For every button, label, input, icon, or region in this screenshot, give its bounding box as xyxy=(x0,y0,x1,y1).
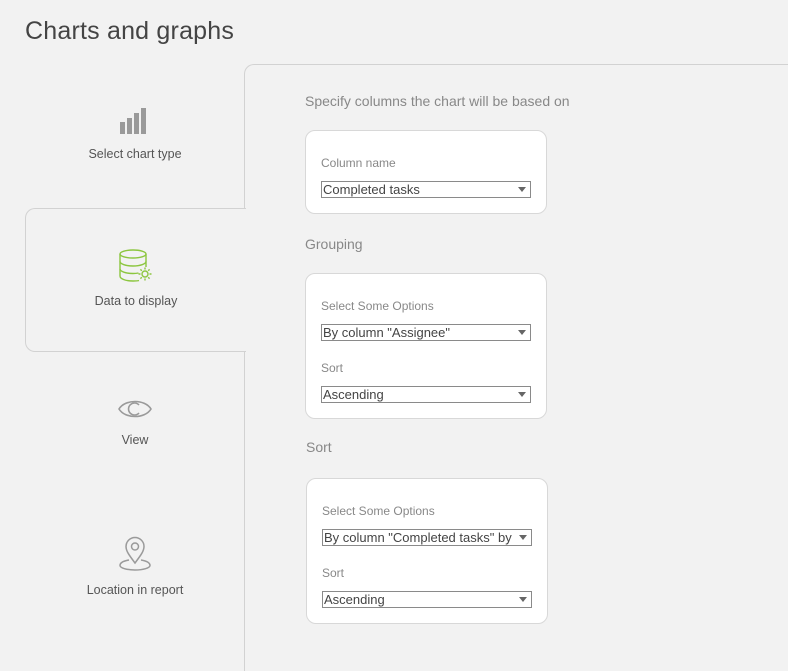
chevron-down-icon xyxy=(519,535,527,540)
column-name-select[interactable]: Completed tasks xyxy=(321,181,531,198)
chevron-down-icon xyxy=(518,392,526,397)
grouping-sort-select[interactable]: Ascending xyxy=(321,386,531,403)
sort-card: Select Some Options By column "Completed… xyxy=(306,478,548,624)
grouping-options-label: Select Some Options xyxy=(321,299,434,313)
chevron-down-icon xyxy=(518,330,526,335)
step-view[interactable]: View xyxy=(25,396,245,447)
select-value: Ascending xyxy=(323,387,384,402)
sort-sort-label: Sort xyxy=(322,566,345,580)
step-location-in-report[interactable]: Location in report xyxy=(25,536,245,597)
sort-options-select[interactable]: By column "Completed tasks" by xyxy=(322,529,532,546)
column-name-label: Column name xyxy=(321,156,396,170)
step-data-to-display[interactable]: Data to display xyxy=(25,208,246,352)
step-label: Select chart type xyxy=(88,147,182,161)
page: Charts and graphs Select chart type Data… xyxy=(0,0,788,671)
columns-section-title: Specify columns the chart will be based … xyxy=(305,93,570,109)
chevron-down-icon xyxy=(518,187,526,192)
select-value: Ascending xyxy=(324,592,385,607)
page-title: Charts and graphs xyxy=(25,17,235,45)
step-select-chart-type[interactable]: Select chart type xyxy=(25,106,245,161)
grouping-options-select[interactable]: By column "Assignee" xyxy=(321,324,531,341)
bar-chart-icon xyxy=(25,106,245,139)
grouping-card: Select Some Options By column "Assignee"… xyxy=(305,273,547,419)
sort-section-title: Sort xyxy=(306,439,332,455)
eye-icon xyxy=(25,396,245,425)
select-value: By column "Assignee" xyxy=(323,325,451,340)
grouping-section-title: Grouping xyxy=(305,236,363,252)
sort-options-label: Select Some Options xyxy=(322,504,435,518)
step-label: Location in report xyxy=(86,583,184,597)
sort-sort-select[interactable]: Ascending xyxy=(322,591,532,608)
columns-card: Column name Completed tasks xyxy=(305,130,547,214)
select-value: By column "Completed tasks" by xyxy=(324,530,512,545)
chevron-down-icon xyxy=(519,597,527,602)
step-label: View xyxy=(121,433,149,447)
grouping-sort-label: Sort xyxy=(321,361,344,375)
select-value: Completed tasks xyxy=(323,182,420,197)
database-settings-icon xyxy=(26,249,246,286)
map-pin-icon xyxy=(25,536,245,575)
step-label: Data to display xyxy=(94,294,178,308)
